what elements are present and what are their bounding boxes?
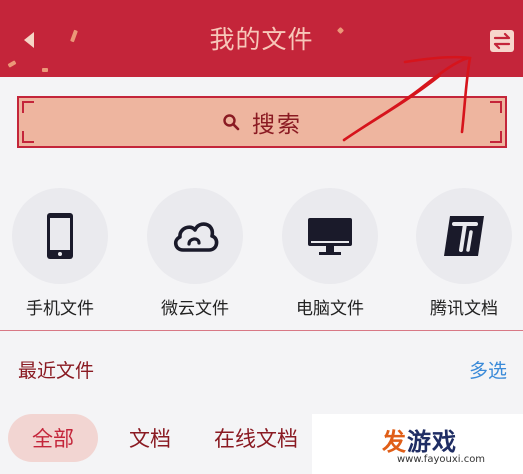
switch-view-icon	[490, 30, 514, 52]
category-grid: 手机文件 微云文件 电脑文件 腾讯文档	[0, 188, 523, 323]
search-label: 搜索	[252, 112, 302, 138]
cloud-icon	[173, 222, 219, 252]
monitor-icon	[308, 218, 352, 255]
recent-files-title: 最近文件	[18, 360, 95, 382]
category-icon-circle	[147, 188, 243, 284]
decor-sparkle	[7, 60, 17, 68]
category-tencent-docs[interactable]: 腾讯文档	[404, 188, 523, 319]
switch-view-button[interactable]	[485, 24, 519, 58]
tab-online-docs[interactable]: 在线文档	[214, 414, 322, 462]
header-bar: 我的文件	[0, 0, 523, 77]
watermark-url: www.fayouxi.com	[397, 454, 486, 465]
tab-all[interactable]: 全部	[8, 414, 98, 462]
search-content: 搜索	[19, 98, 505, 146]
section-divider	[0, 330, 523, 331]
category-icon-circle	[416, 188, 512, 284]
phone-icon	[47, 213, 73, 259]
category-icon-circle	[12, 188, 108, 284]
watermark-brand-rest: 游戏	[407, 428, 457, 456]
category-label: 微云文件	[161, 299, 229, 319]
tab-documents[interactable]: 文档	[110, 414, 190, 462]
category-label: 腾讯文档	[430, 299, 498, 319]
watermark-brand: 发游戏	[382, 422, 457, 457]
search-icon	[223, 114, 240, 131]
page-title: 我的文件	[209, 25, 314, 54]
category-label: 手机文件	[26, 299, 94, 319]
category-icon-circle	[282, 188, 378, 284]
decor-sparkle	[42, 68, 48, 72]
search-bar[interactable]: 搜索	[17, 96, 507, 148]
category-phone-files[interactable]: 手机文件	[0, 188, 120, 319]
category-label: 电脑文件	[296, 299, 364, 319]
category-weiyun-files[interactable]: 微云文件	[135, 188, 255, 319]
category-pc-files[interactable]: 电脑文件	[270, 188, 390, 319]
tencent-docs-icon	[444, 216, 484, 256]
watermark-brand-hot: 发	[382, 428, 407, 456]
site-watermark: 发游戏 www.fayouxi.com	[312, 414, 523, 474]
multi-select-button[interactable]: 多选	[469, 356, 507, 383]
